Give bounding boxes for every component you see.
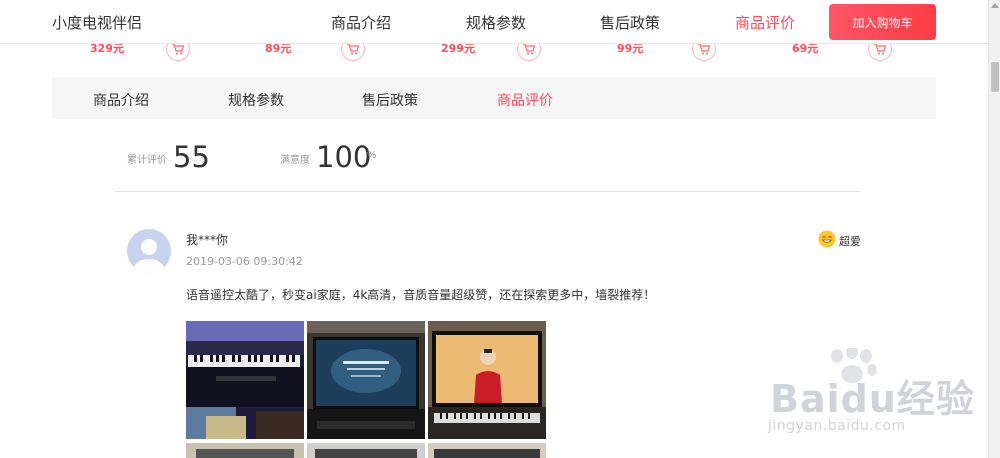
review-photo-keyboard[interactable] (186, 321, 304, 439)
total-reviews-value: 55 (173, 140, 210, 174)
satisfaction-value: 100 (316, 140, 372, 174)
review-username: 我***你 (186, 233, 229, 247)
page-scrollbar[interactable] (988, 0, 1000, 458)
tab-reviews[interactable]: 商品评价 (497, 90, 553, 110)
tab-specs[interactable]: 规格参数 (228, 90, 284, 110)
scroll-thumb[interactable] (991, 62, 999, 92)
scroll-up-arrow-icon[interactable] (991, 3, 999, 8)
review-photo-row2-1[interactable] (186, 443, 304, 458)
brand-title: 小度电视伴侣 (52, 14, 143, 32)
review-photo-tv-dark[interactable] (307, 321, 425, 439)
total-reviews-label: 累计评价 (127, 155, 167, 166)
review-date: 2019-03-06 09:30:42 (186, 255, 303, 268)
topnav-aftersale[interactable]: 售后政策 (600, 12, 660, 33)
tab-intro[interactable]: 商品介绍 (93, 90, 149, 110)
summary-divider (114, 191, 860, 192)
review-rating: 超爱 (818, 230, 861, 252)
watermark-text: Baidu经验 (770, 377, 975, 421)
review-photo-row2-2[interactable] (307, 443, 425, 458)
topnav-specs[interactable]: 规格参数 (466, 12, 526, 33)
satisfaction-label: 满意度 (280, 155, 310, 166)
topnav-reviews[interactable]: 商品评价 (735, 12, 795, 33)
rating-label: 超爱 (839, 235, 861, 248)
tab-bar: 商品介绍 规格参数 售后政策 商品评价 (52, 77, 936, 119)
review-photo-tv-singer[interactable] (428, 321, 546, 439)
top-bar: 小度电视伴侣 商品介绍 规格参数 售后政策 商品评价 加入购物车 (0, 0, 988, 44)
review-text: 语音遥控太酷了，秒变ai家庭，4k高清，音质音量超级赞，还在探索更多中，墙裂推荐… (186, 288, 656, 302)
watermark-sub: jingyan.baidu.com (768, 418, 906, 434)
topnav-intro[interactable]: 商品介绍 (331, 12, 391, 33)
review-photo-row2-3[interactable] (428, 443, 546, 458)
tab-aftersale[interactable]: 售后政策 (362, 90, 418, 110)
avatar (127, 229, 171, 273)
smile-face-icon (818, 230, 836, 252)
add-to-cart-button[interactable]: 加入购物车 (829, 4, 936, 40)
satisfaction-unit: % (367, 150, 377, 161)
